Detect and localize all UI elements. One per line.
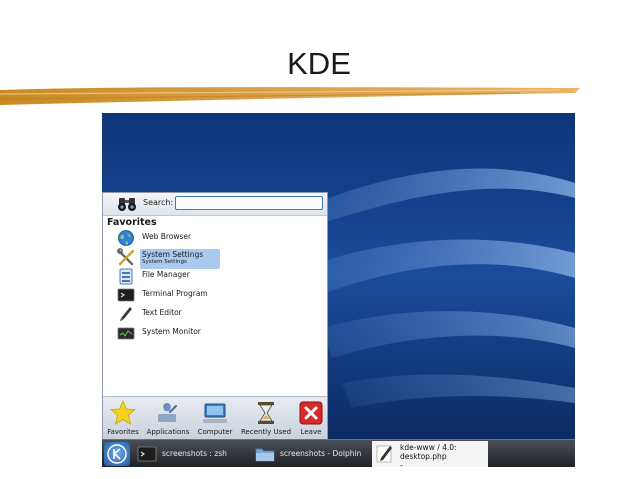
task-label: screenshots : zsh bbox=[162, 449, 227, 458]
task-label: kde-www / 4.0: desktop.php - bbox=[400, 443, 457, 467]
menu-item-terminal-program[interactable]: Terminal Program bbox=[117, 286, 327, 304]
hourglass-icon bbox=[258, 402, 274, 424]
menu-item-text-editor[interactable]: Text Editor bbox=[117, 305, 327, 323]
terminal-icon bbox=[117, 288, 135, 302]
kde-logo-icon bbox=[107, 444, 127, 464]
computer-icon bbox=[203, 403, 227, 423]
task-label: screenshots - Dolphin bbox=[280, 449, 362, 458]
file-manager-icon bbox=[119, 268, 133, 285]
pen-icon bbox=[120, 307, 132, 321]
tab-computer[interactable]: Computer bbox=[193, 397, 237, 439]
launcher-tab-bar: Favorites Applications Computer Recently… bbox=[103, 396, 327, 439]
tab-leave[interactable]: Leave bbox=[295, 397, 327, 439]
globe-icon bbox=[118, 230, 134, 246]
tab-favorites[interactable]: Favorites bbox=[103, 397, 143, 439]
tab-recently-used[interactable]: Recently Used bbox=[237, 397, 295, 439]
menu-item-label: Text Editor bbox=[142, 308, 182, 317]
title-underline-brush bbox=[0, 87, 580, 105]
menu-item-label: Terminal Program bbox=[142, 289, 208, 298]
search-bar: Search: bbox=[103, 193, 327, 216]
taskbar: screenshots : zsh screenshots - Dolphin … bbox=[102, 439, 575, 467]
menu-item-web-browser[interactable]: Web Browser bbox=[117, 229, 327, 247]
menu-item-system-monitor[interactable]: System Monitor bbox=[117, 324, 327, 342]
task-text-editor-active[interactable]: kde-www / 4.0: desktop.php - bbox=[372, 441, 488, 467]
tab-label: Recently Used bbox=[240, 428, 292, 436]
menu-item-file-manager[interactable]: File Manager bbox=[117, 267, 327, 285]
menu-item-label: Web Browser bbox=[142, 232, 192, 241]
tab-label: Leave bbox=[300, 428, 322, 436]
desktop-screenshot: Search: Favorites Web Browser System Set… bbox=[102, 113, 575, 467]
folder-icon bbox=[255, 448, 275, 462]
leave-icon bbox=[299, 401, 323, 425]
favorites-heading: Favorites bbox=[107, 217, 157, 228]
slide-title: KDE bbox=[287, 46, 351, 81]
tab-label: Favorites bbox=[107, 428, 139, 436]
task-dolphin[interactable]: screenshots - Dolphin bbox=[252, 441, 372, 467]
monitor-icon bbox=[117, 327, 135, 340]
tools-icon bbox=[117, 248, 135, 266]
menu-item-system-settings[interactable]: System Settings System Settings bbox=[117, 248, 327, 269]
star-icon bbox=[110, 400, 136, 425]
tab-label: Computer bbox=[197, 428, 233, 436]
kde-menu-button[interactable] bbox=[104, 442, 130, 466]
tab-label: Applications bbox=[146, 428, 190, 436]
menu-item-label: System Monitor bbox=[142, 327, 201, 336]
tab-applications[interactable]: Applications bbox=[143, 397, 193, 439]
binoculars-icon bbox=[118, 198, 136, 211]
menu-item-sublabel: System Settings bbox=[142, 259, 187, 265]
task-terminal-zsh[interactable]: screenshots : zsh bbox=[134, 441, 250, 467]
terminal-icon bbox=[137, 446, 157, 462]
pen-icon bbox=[376, 445, 392, 463]
kickoff-launcher-menu: Search: Favorites Web Browser System Set… bbox=[102, 192, 328, 439]
applications-icon bbox=[158, 403, 177, 422]
search-input[interactable] bbox=[175, 196, 323, 210]
search-label: Search: bbox=[143, 198, 174, 207]
menu-item-label: System Settings bbox=[142, 250, 204, 259]
menu-item-label: File Manager bbox=[142, 270, 190, 279]
